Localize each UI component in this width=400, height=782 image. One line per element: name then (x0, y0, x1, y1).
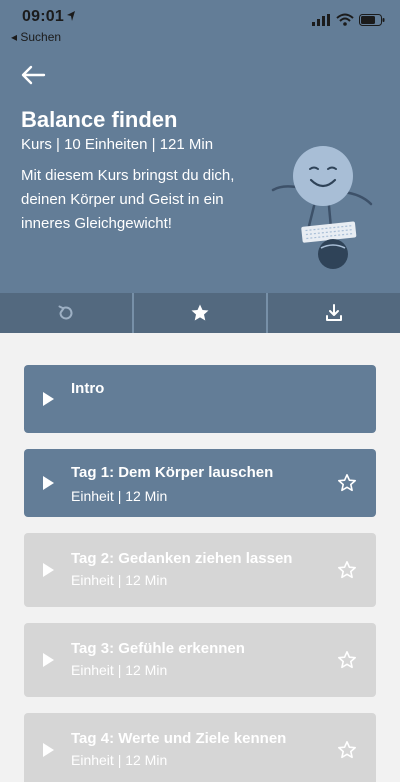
status-bar: 09:01 ◂ Suchen (0, 0, 400, 46)
location-arrow-icon (67, 11, 75, 21)
lesson-card-intro[interactable]: Intro (24, 365, 376, 433)
restart-button[interactable] (0, 293, 132, 333)
battery-icon (359, 14, 385, 26)
play-icon (43, 563, 54, 577)
lesson-subtitle: Einheit | 12 Min (71, 488, 168, 504)
star-outline-icon[interactable] (337, 650, 357, 670)
course-header: 09:01 ◂ Suchen Balance finden Kurs | 10 … (0, 0, 400, 293)
star-outline-icon[interactable] (337, 473, 357, 493)
course-meta: Kurs | 10 Einheiten | 121 Min (21, 136, 214, 153)
back-to-app-link[interactable]: ◂ Suchen (11, 30, 61, 44)
lesson-subtitle: Einheit | 12 Min (71, 752, 168, 768)
play-icon (43, 743, 54, 757)
lesson-title: Tag 1: Dem Körper lauschen (71, 464, 274, 481)
lesson-card-day-2[interactable]: Tag 2: Gedanken ziehen lassen Einheit | … (24, 533, 376, 607)
star-outline-icon[interactable] (337, 560, 357, 580)
lesson-title: Tag 4: Werte und Ziele kennen (71, 730, 287, 747)
balance-mascot-illustration (271, 146, 373, 269)
lesson-card-day-1[interactable]: Tag 1: Dem Körper lauschen Einheit | 12 … (24, 449, 376, 517)
course-toolbar (0, 293, 400, 333)
lesson-list: Intro Tag 1: Dem Körper lauschen Einheit… (24, 365, 376, 782)
lesson-card-day-4[interactable]: Tag 4: Werte und Ziele kennen Einheit | … (24, 713, 376, 782)
wifi-icon (336, 13, 354, 26)
lesson-title: Intro (71, 380, 105, 397)
play-icon (43, 653, 54, 667)
restart-icon (58, 305, 73, 320)
download-course-button[interactable] (266, 293, 400, 333)
favorite-course-button[interactable] (132, 293, 266, 333)
play-icon (43, 476, 54, 490)
star-outline-icon[interactable] (337, 740, 357, 760)
play-icon (43, 392, 54, 406)
download-icon (326, 304, 342, 321)
status-time: 09:01 (22, 8, 64, 25)
back-arrow-icon[interactable] (20, 64, 46, 86)
cellular-signal-icon (312, 14, 330, 26)
lesson-subtitle: Einheit | 12 Min (71, 662, 168, 678)
lesson-subtitle: Einheit | 12 Min (71, 572, 168, 588)
lesson-title: Tag 2: Gedanken ziehen lassen (71, 550, 293, 567)
lesson-title: Tag 3: Gefühle erkennen (71, 640, 245, 657)
lesson-card-day-3[interactable]: Tag 3: Gefühle erkennen Einheit | 12 Min (24, 623, 376, 697)
course-title: Balance finden (21, 107, 178, 132)
star-icon (191, 304, 209, 321)
course-description: Mit diesem Kurs bringst du dich, deinen … (21, 167, 235, 232)
